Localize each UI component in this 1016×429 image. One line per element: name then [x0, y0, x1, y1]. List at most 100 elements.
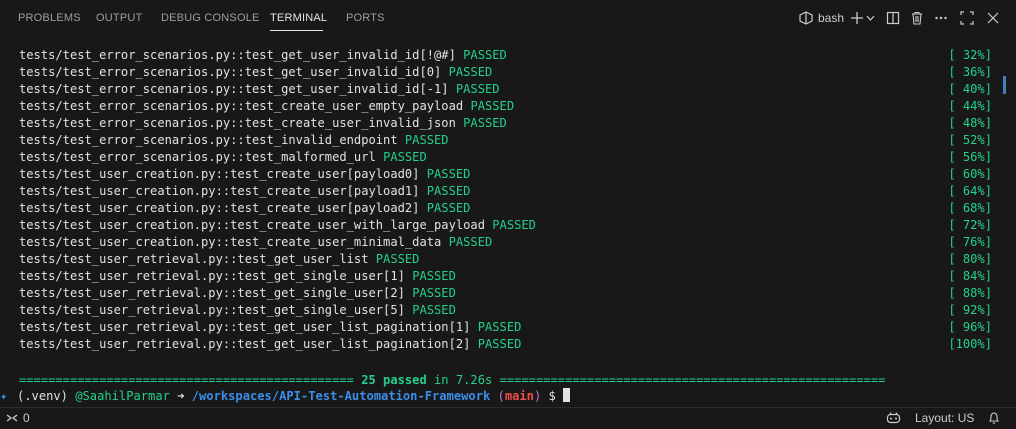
trash-icon[interactable] [910, 11, 924, 25]
test-result-line: tests/test_error_scenarios.py::test_crea… [19, 115, 507, 132]
test-progress-percent: [ 52%] [948, 133, 992, 147]
test-id: tests/test_user_creation.py::test_create… [19, 218, 485, 232]
test-status: PASSED [448, 65, 493, 79]
remote-icon[interactable] [6, 411, 18, 425]
panel-header: PROBLEMS OUTPUT DEBUG CONSOLE TERMINAL P… [0, 0, 1016, 36]
tab-debug-console[interactable]: DEBUG CONSOLE [161, 12, 260, 24]
test-status: PASSED [477, 320, 522, 334]
test-id: tests/test_user_retrieval.py::test_get_s… [19, 269, 405, 283]
scrollbar-thumb[interactable] [1003, 76, 1006, 94]
test-status: PASSED [477, 337, 522, 351]
test-progress-percent: [ 96%] [948, 320, 992, 334]
test-result-line: tests/test_user_retrieval.py::test_get_s… [19, 302, 456, 319]
test-result-line: tests/test_error_scenarios.py::test_inva… [19, 132, 449, 149]
prompt-branch: main [504, 389, 534, 403]
test-status: PASSED [448, 235, 493, 249]
split-icon[interactable] [886, 11, 900, 25]
test-progress-percent: [ 92%] [948, 303, 992, 317]
test-id: tests/test_user_creation.py::test_create… [19, 201, 420, 215]
test-id: tests/test_error_scenarios.py::test_malf… [19, 150, 376, 164]
test-result-line: tests/test_user_retrieval.py::test_get_s… [19, 285, 456, 302]
test-result-line: tests/test_error_scenarios.py::test_crea… [19, 98, 514, 115]
test-progress-percent: [ 56%] [948, 150, 992, 164]
test-id: tests/test_error_scenarios.py::test_crea… [19, 99, 464, 113]
test-progress-percent: [ 72%] [948, 218, 992, 232]
maximize-icon[interactable] [960, 11, 974, 25]
summary-count: 25 passed [361, 373, 427, 387]
tab-terminal[interactable]: TERMINAL [270, 12, 327, 24]
test-status: PASSED [375, 252, 420, 266]
test-progress-percent: [ 88%] [948, 286, 992, 300]
test-id: tests/test_error_scenarios.py::test_get_… [19, 82, 449, 96]
test-progress-percent: [100%] [948, 337, 992, 351]
test-status: PASSED [455, 82, 500, 96]
test-status: PASSED [463, 48, 507, 62]
test-result-line: tests/test_user_retrieval.py::test_get_s… [19, 268, 456, 285]
test-result-line: tests/test_error_scenarios.py::test_get_… [19, 47, 507, 64]
branch-open: ( [490, 389, 505, 403]
chevron-down-icon[interactable] [866, 14, 875, 22]
test-result-line: tests/test_error_scenarios.py::test_get_… [19, 81, 500, 98]
test-status: PASSED [412, 269, 456, 283]
text-cursor [563, 388, 571, 402]
test-result-line: tests/test_user_retrieval.py::test_get_u… [19, 336, 521, 353]
test-result-line: tests/test_user_creation.py::test_create… [19, 183, 470, 200]
plus-icon[interactable] [850, 11, 864, 25]
copilot-icon[interactable] [886, 411, 901, 425]
test-id: tests/test_error_scenarios.py::test_get_… [19, 65, 442, 79]
test-summary: ========================================… [19, 372, 885, 389]
test-progress-percent: [ 48%] [948, 116, 992, 130]
test-status: PASSED [463, 116, 507, 130]
keyboard-layout[interactable]: Layout: US [915, 411, 974, 425]
venv-label: (.venv) [17, 389, 76, 403]
test-id: tests/test_user_creation.py::test_create… [19, 184, 420, 198]
shell-prompt[interactable]: ✦ (.venv) @SaahilParmar ➜ /workspaces/API… [0, 388, 571, 405]
remote-prompt-icon: ✦ [0, 389, 8, 403]
test-progress-percent: [ 40%] [948, 82, 992, 96]
summary-time: in 7.26s [426, 373, 500, 387]
test-status: PASSED [412, 286, 456, 300]
test-status: PASSED [426, 184, 471, 198]
test-id: tests/test_error_scenarios.py::test_crea… [19, 116, 456, 130]
test-status: PASSED [492, 218, 536, 232]
test-status: PASSED [470, 99, 515, 113]
tab-problems[interactable]: PROBLEMS [18, 12, 81, 24]
terminal-icon[interactable] [799, 11, 813, 25]
test-id: tests/test_user_creation.py::test_create… [19, 235, 442, 249]
test-status: PASSED [426, 167, 471, 181]
tab-output[interactable]: OUTPUT [96, 12, 142, 24]
test-result-line: tests/test_user_creation.py::test_create… [19, 166, 470, 183]
status-bar: 0 Layout: US [0, 407, 1016, 429]
test-status: PASSED [383, 150, 427, 164]
terminal-name[interactable]: bash [818, 11, 844, 25]
prompt-path: /workspaces/API-Test-Automation-Framewor… [191, 389, 491, 403]
test-result-line: tests/test_user_creation.py::test_create… [19, 200, 470, 217]
more-icon[interactable] [934, 11, 948, 25]
prompt-arrow: ➜ [169, 389, 192, 403]
prompt-user: @SaahilParmar [75, 389, 170, 403]
test-progress-percent: [ 32%] [948, 48, 992, 62]
active-tab-indicator [270, 30, 323, 31]
test-progress-percent: [ 60%] [948, 167, 992, 181]
test-result-line: tests/test_user_retrieval.py::test_get_u… [19, 319, 521, 336]
test-result-line: tests/test_error_scenarios.py::test_get_… [19, 64, 492, 81]
test-id: tests/test_error_scenarios.py::test_inva… [19, 133, 398, 147]
test-id: tests/test_user_retrieval.py::test_get_s… [19, 303, 405, 317]
test-id: tests/test_user_retrieval.py::test_get_u… [19, 320, 471, 334]
bell-icon[interactable] [988, 411, 1000, 425]
close-icon[interactable] [986, 11, 1000, 25]
remote-count[interactable]: 0 [23, 411, 30, 425]
prompt-symbol: $ [541, 389, 564, 403]
test-result-line: tests/test_user_retrieval.py::test_get_u… [19, 251, 419, 268]
terminal-output[interactable]: tests/test_error_scenarios.py::test_get_… [0, 36, 1016, 407]
test-id: tests/test_error_scenarios.py::test_get_… [19, 48, 456, 62]
test-status: PASSED [404, 133, 449, 147]
test-status: PASSED [426, 201, 471, 215]
test-id: tests/test_user_retrieval.py::test_get_u… [19, 252, 369, 266]
summary-rule-right: ========================================… [499, 373, 886, 387]
test-progress-percent: [ 36%] [948, 65, 992, 79]
test-id: tests/test_user_retrieval.py::test_get_s… [19, 286, 405, 300]
test-result-line: tests/test_error_scenarios.py::test_malf… [19, 149, 427, 166]
test-progress-percent: [ 76%] [948, 235, 992, 249]
tab-ports[interactable]: PORTS [346, 12, 385, 24]
